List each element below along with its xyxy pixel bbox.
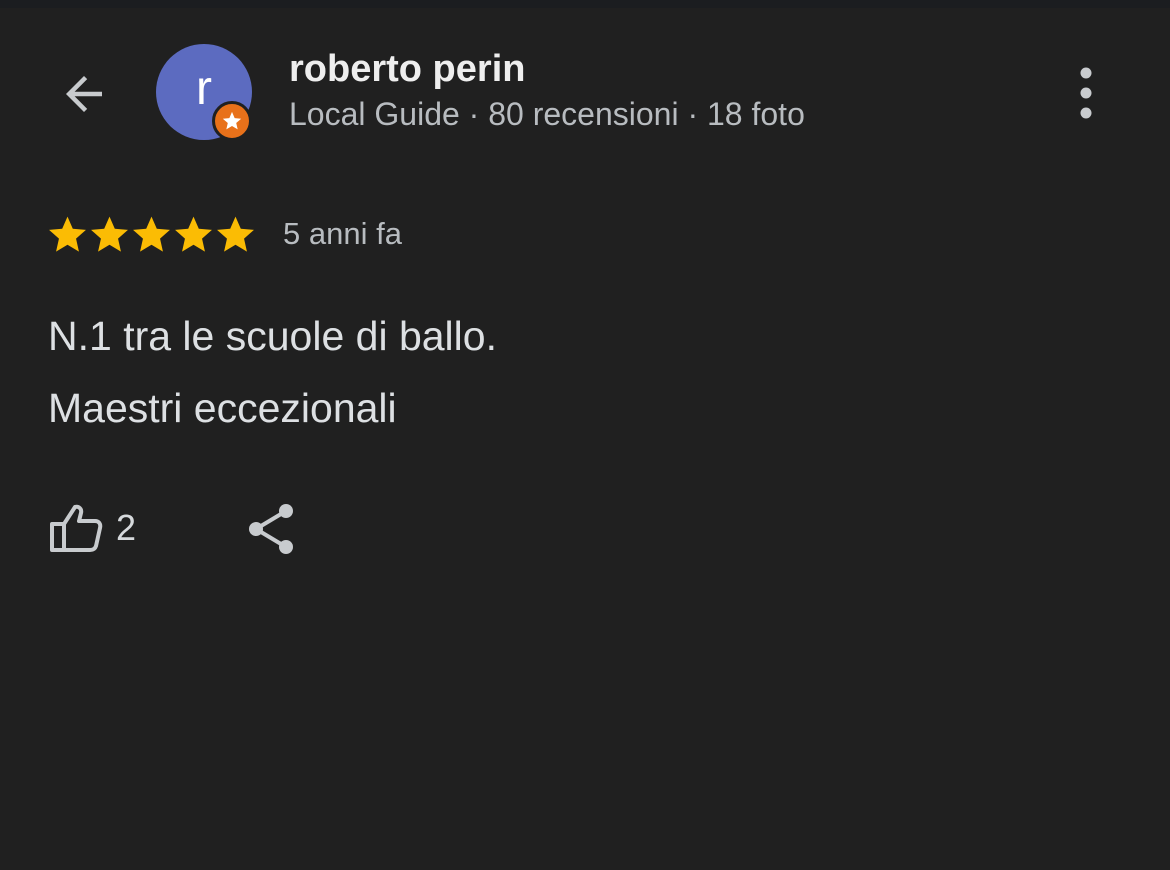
- rating-row: 5 anni fa: [47, 210, 402, 258]
- star-icon: [133, 216, 170, 252]
- share-button[interactable]: [242, 500, 300, 558]
- share-icon: [249, 504, 293, 554]
- more-options-button[interactable]: [1064, 62, 1108, 124]
- thumb-up-icon: [50, 504, 103, 552]
- back-button[interactable]: [52, 62, 116, 126]
- star-icon: [91, 216, 128, 252]
- star-icon: [217, 216, 254, 252]
- avatar-letter: r: [196, 62, 212, 115]
- review-text-line: N.1 tra le scuole di ballo.: [48, 313, 497, 359]
- more-vert-icon: [1080, 67, 1092, 119]
- like-button[interactable]: 2: [48, 496, 136, 560]
- star-rating: [47, 214, 256, 255]
- status-bar-strip: [0, 0, 1170, 8]
- review-age: 5 anni fa: [283, 216, 402, 251]
- local-guide-star-icon: [222, 111, 242, 130]
- reviewer-name[interactable]: roberto perin: [289, 48, 525, 91]
- review-text: N.1 tra le scuole di ballo. Maestri ecce…: [48, 300, 497, 444]
- star-icon: [175, 216, 212, 252]
- star-icon: [49, 216, 86, 252]
- like-count: 2: [116, 507, 137, 548]
- local-guide-badge: [212, 101, 252, 141]
- review-text-line: Maestri eccezionali: [48, 385, 397, 431]
- arrow-back-icon: [66, 76, 102, 112]
- reviewer-meta: Local Guide · 80 recensioni · 18 foto: [289, 96, 805, 132]
